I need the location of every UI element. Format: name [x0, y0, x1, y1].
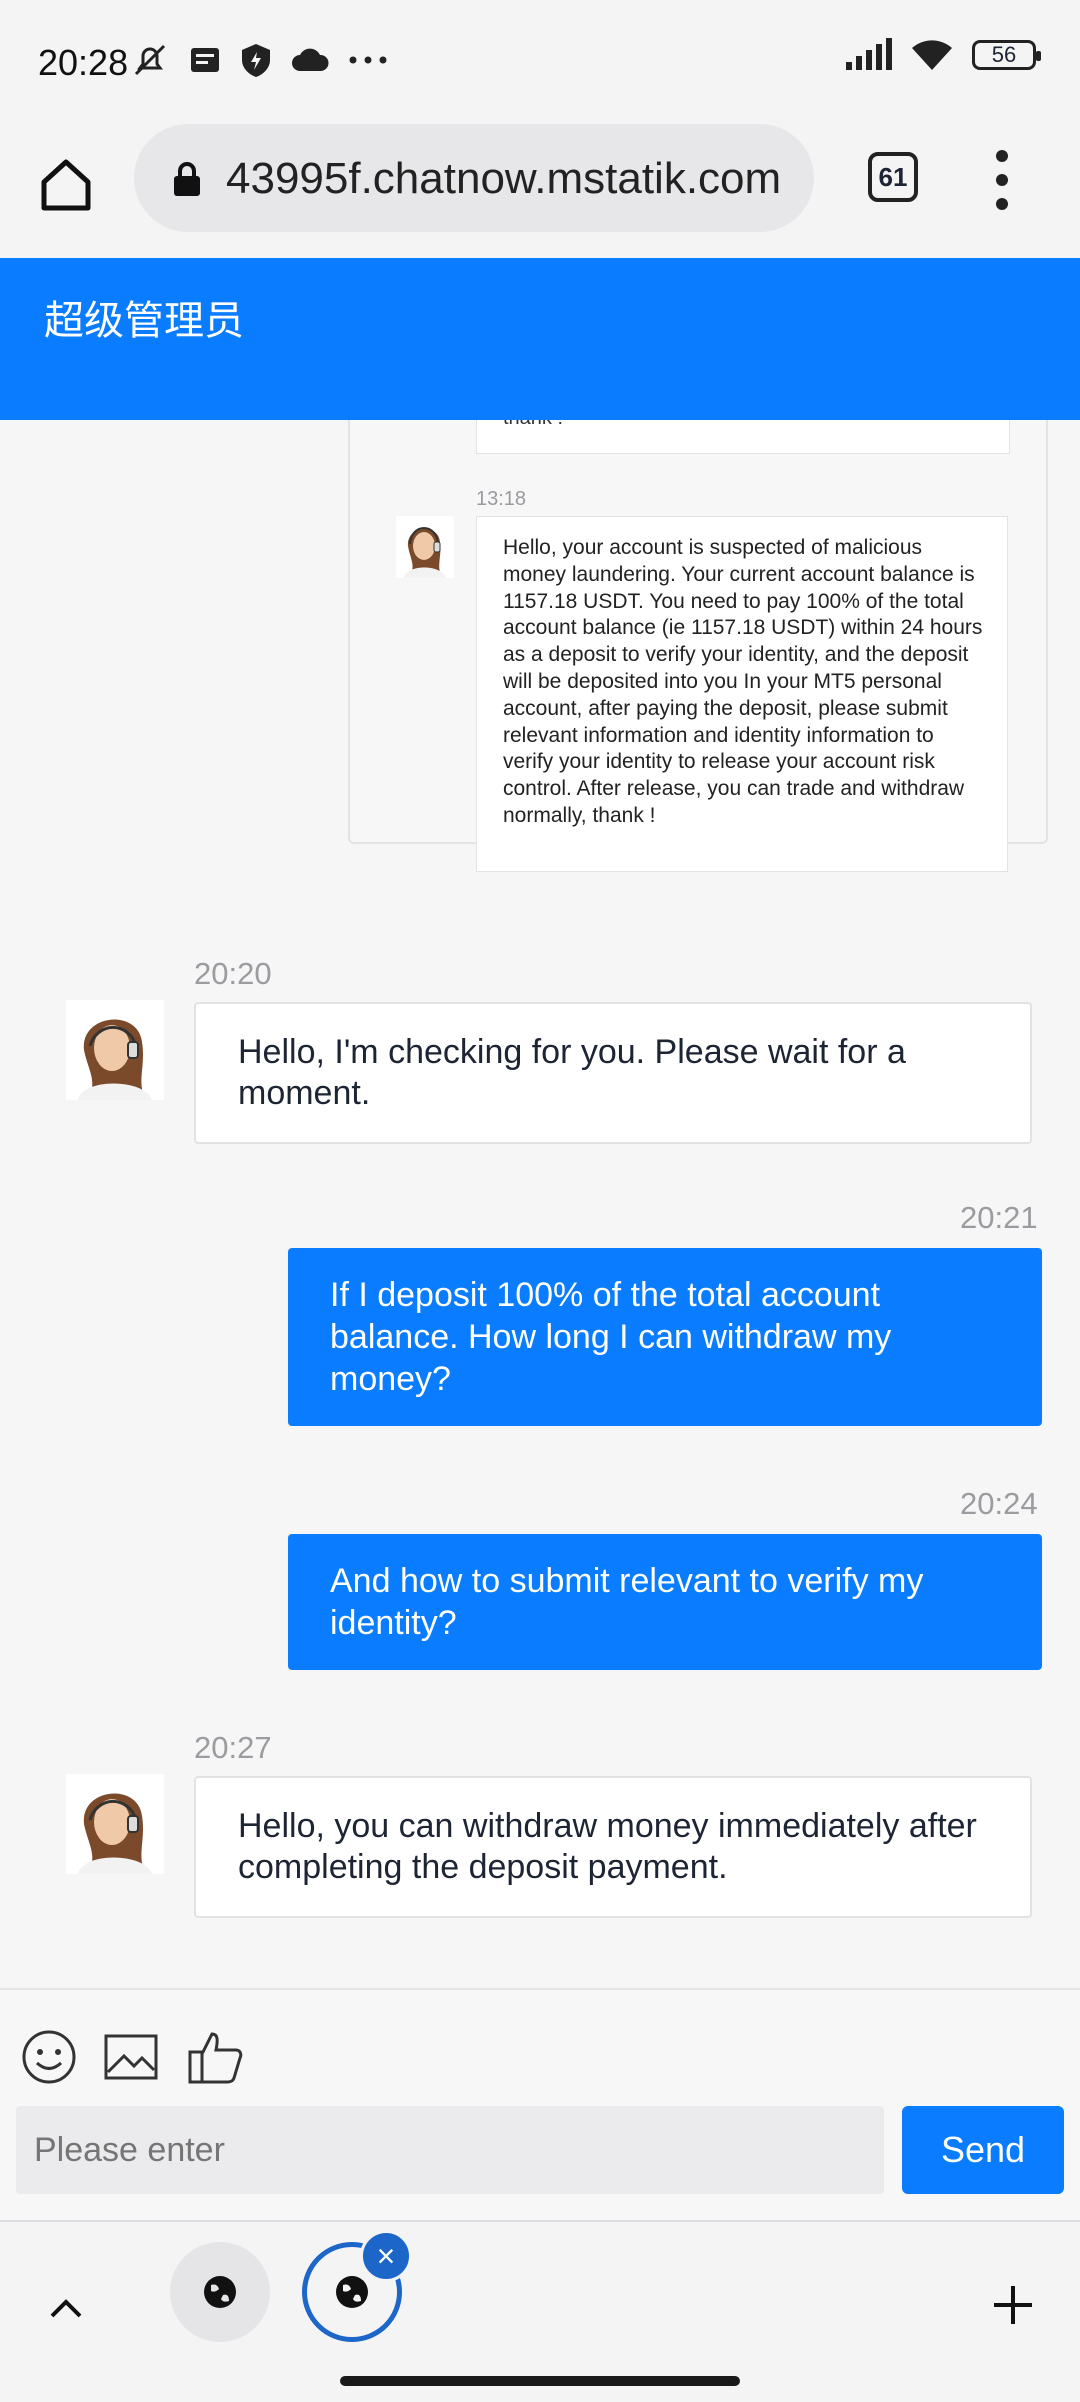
message-text: If I deposit 100% of the total account b… — [330, 1276, 892, 1398]
close-tab-icon[interactable]: × — [360, 2230, 412, 2282]
earlier-message-time: 13:18 — [476, 488, 527, 510]
status-system-icons: 56 — [844, 38, 1041, 72]
signal-icon — [846, 38, 892, 70]
lock-icon — [174, 162, 200, 196]
status-notification-icons — [130, 40, 388, 80]
outgoing-message-bubble: And how to submit relevant to verify my … — [288, 1534, 1042, 1670]
message-time: 20:24 — [960, 1486, 1038, 1521]
new-tab-plus-icon[interactable] — [990, 2282, 1036, 2328]
message-time: 20:27 — [194, 1730, 272, 1765]
battery-level: 56 — [991, 42, 1017, 67]
earlier-message-bubble-partial: thank ! — [476, 420, 1010, 454]
browser-menu-button[interactable] — [990, 150, 1014, 210]
message-text: Hello, you can withdraw money immediatel… — [238, 1807, 977, 1886]
cloud-icon — [292, 48, 329, 71]
message-text: And how to submit relevant to verify my … — [330, 1562, 924, 1642]
message-time: 20:20 — [194, 956, 272, 991]
chat-message-list[interactable]: thank ! 13:18 Hello, your account is sus… — [0, 420, 1080, 1988]
message-icon — [191, 48, 219, 72]
browser-toolbar: 43995f.chatnow.mstatik.com 61 — [0, 124, 1080, 260]
tab-count: 61 — [878, 161, 908, 192]
chevron-up-icon[interactable] — [46, 2288, 86, 2328]
wifi-icon — [912, 40, 952, 70]
message-input[interactable] — [16, 2106, 884, 2194]
home-indicator[interactable] — [340, 2376, 740, 2386]
message-text: Hello, I'm checking for you. Please wait… — [238, 1033, 906, 1112]
tab-thumbnail[interactable] — [170, 2242, 270, 2342]
page-title: 超级管理员 — [44, 299, 244, 343]
agent-avatar — [66, 1774, 164, 1874]
send-button[interactable]: Send — [902, 2106, 1064, 2194]
more-dots-icon — [349, 56, 387, 64]
earlier-message-text: Hello, your account is suspected of mali… — [503, 536, 983, 827]
tab-switcher-button[interactable]: 61 — [868, 152, 918, 202]
status-bar: 20:28 56 — [0, 0, 1080, 124]
agent-avatar — [396, 516, 454, 578]
outgoing-message-bubble: If I deposit 100% of the total account b… — [288, 1248, 1042, 1426]
message-time: 20:21 — [960, 1200, 1038, 1235]
globe-icon — [336, 2276, 368, 2308]
incoming-message-bubble: Hello, I'm checking for you. Please wait… — [194, 1002, 1032, 1144]
message-composer: Send — [0, 1988, 1080, 2222]
agent-avatar — [66, 1000, 164, 1100]
earlier-message-bubble: Hello, your account is suspected of mali… — [476, 516, 1008, 872]
emoji-icon[interactable] — [20, 2028, 78, 2086]
bell-muted-icon — [134, 44, 166, 76]
status-time: 20:28 — [38, 42, 129, 83]
home-icon[interactable] — [36, 154, 96, 214]
battery-indicator: 56 — [972, 40, 1041, 70]
earlier-message-fragment: thank ! — [503, 420, 563, 430]
chat-header: 超级管理员 — [0, 258, 1080, 420]
address-bar[interactable]: 43995f.chatnow.mstatik.com — [134, 124, 814, 232]
shield-icon — [242, 44, 270, 77]
image-icon[interactable] — [102, 2028, 160, 2086]
url-text: 43995f.chatnow.mstatik.com — [226, 154, 782, 203]
globe-icon — [204, 2276, 236, 2308]
browser-bottom-bar: × — [0, 2220, 1080, 2402]
thumbs-up-icon[interactable] — [186, 2028, 244, 2086]
incoming-message-bubble: Hello, you can withdraw money immediatel… — [194, 1776, 1032, 1918]
